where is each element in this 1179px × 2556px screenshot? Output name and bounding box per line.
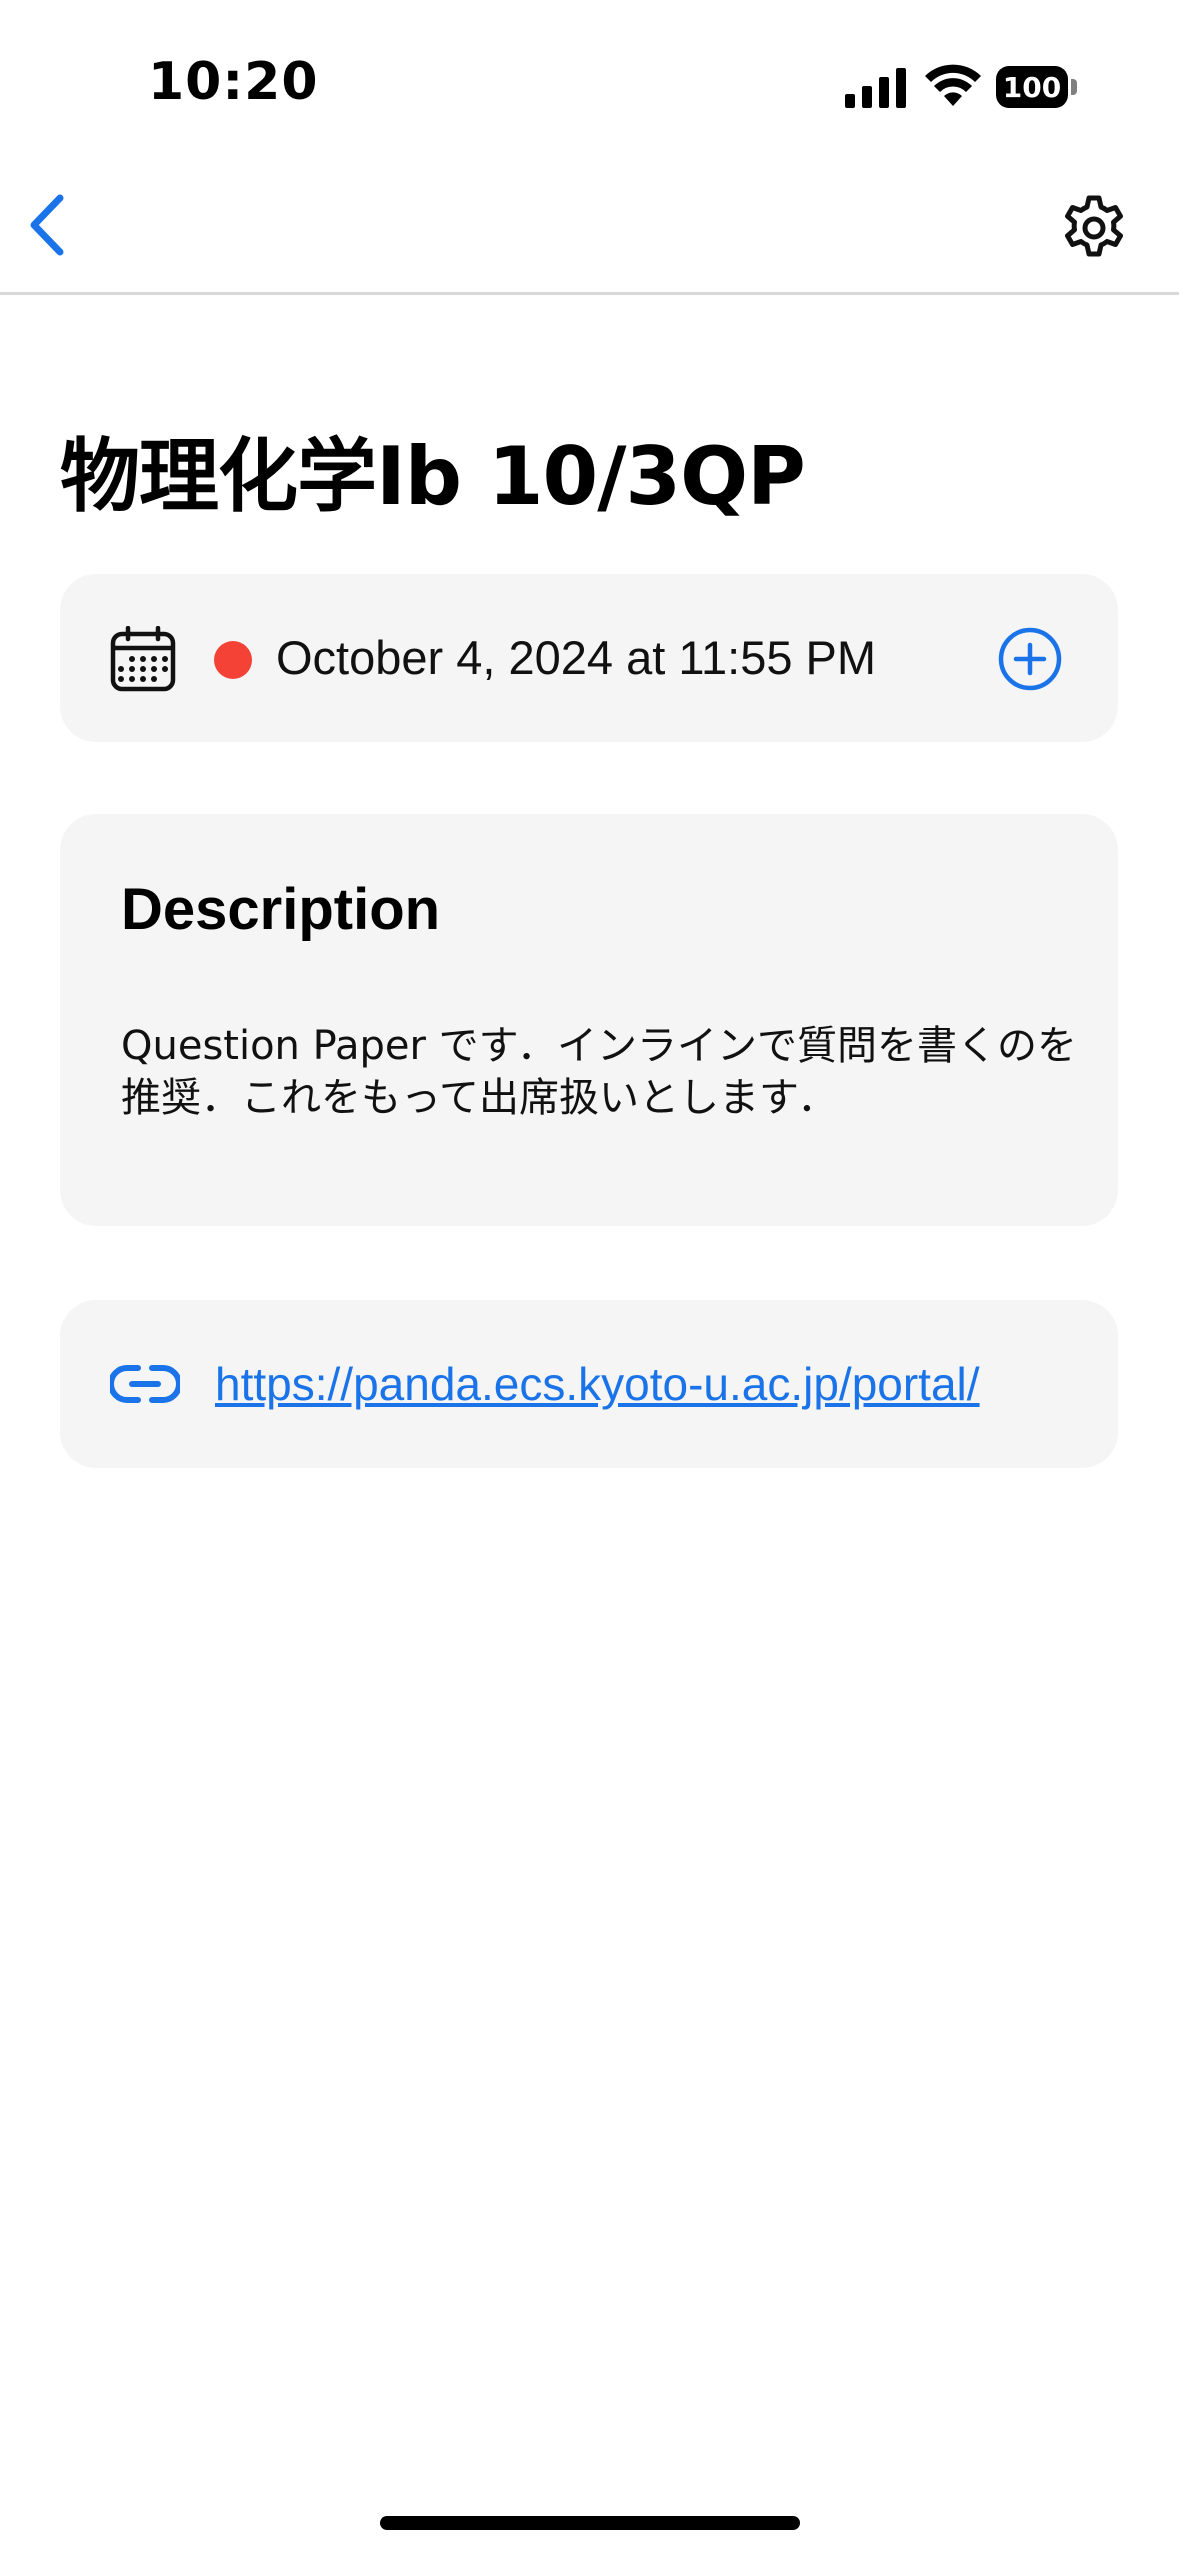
gear-icon xyxy=(1065,195,1123,257)
link-card[interactable]: https://panda.ecs.kyoto-u.ac.jp/portal/ xyxy=(60,1300,1118,1468)
home-indicator[interactable] xyxy=(380,2516,800,2530)
due-date-text: October 4, 2024 at 11:55 PM xyxy=(276,631,877,684)
battery-icon: 100 xyxy=(996,66,1080,108)
chevron-left-icon xyxy=(30,194,64,256)
status-time: 10:20 xyxy=(148,52,319,112)
screen: 10:20 100 物理化学Ib 10/3QP October 4, 2024 … xyxy=(0,0,1179,2556)
description-card: Description Question Paper です．インラインで質問を書… xyxy=(60,814,1118,1226)
description-body: Question Paper です．インラインで質問を書くのを推奨．これをもって… xyxy=(121,1023,1078,1121)
settings-button[interactable] xyxy=(1058,192,1130,264)
due-date-card: October 4, 2024 at 11:55 PM xyxy=(60,574,1118,742)
wifi-icon xyxy=(925,64,981,106)
signal-icon xyxy=(845,68,906,108)
page-title: 物理化学Ib 10/3QP xyxy=(60,430,806,523)
description-heading: Description xyxy=(121,877,441,942)
status-dot xyxy=(214,641,252,679)
nav-divider xyxy=(0,292,1179,295)
back-button[interactable] xyxy=(16,190,76,260)
battery-cap xyxy=(1071,79,1077,95)
battery-level: 100 xyxy=(996,66,1068,108)
link-icon xyxy=(110,1365,180,1403)
link-url[interactable]: https://panda.ecs.kyoto-u.ac.jp/portal/ xyxy=(215,1352,1075,1416)
add-to-calendar-button[interactable] xyxy=(997,626,1063,692)
calendar-icon xyxy=(110,626,176,692)
